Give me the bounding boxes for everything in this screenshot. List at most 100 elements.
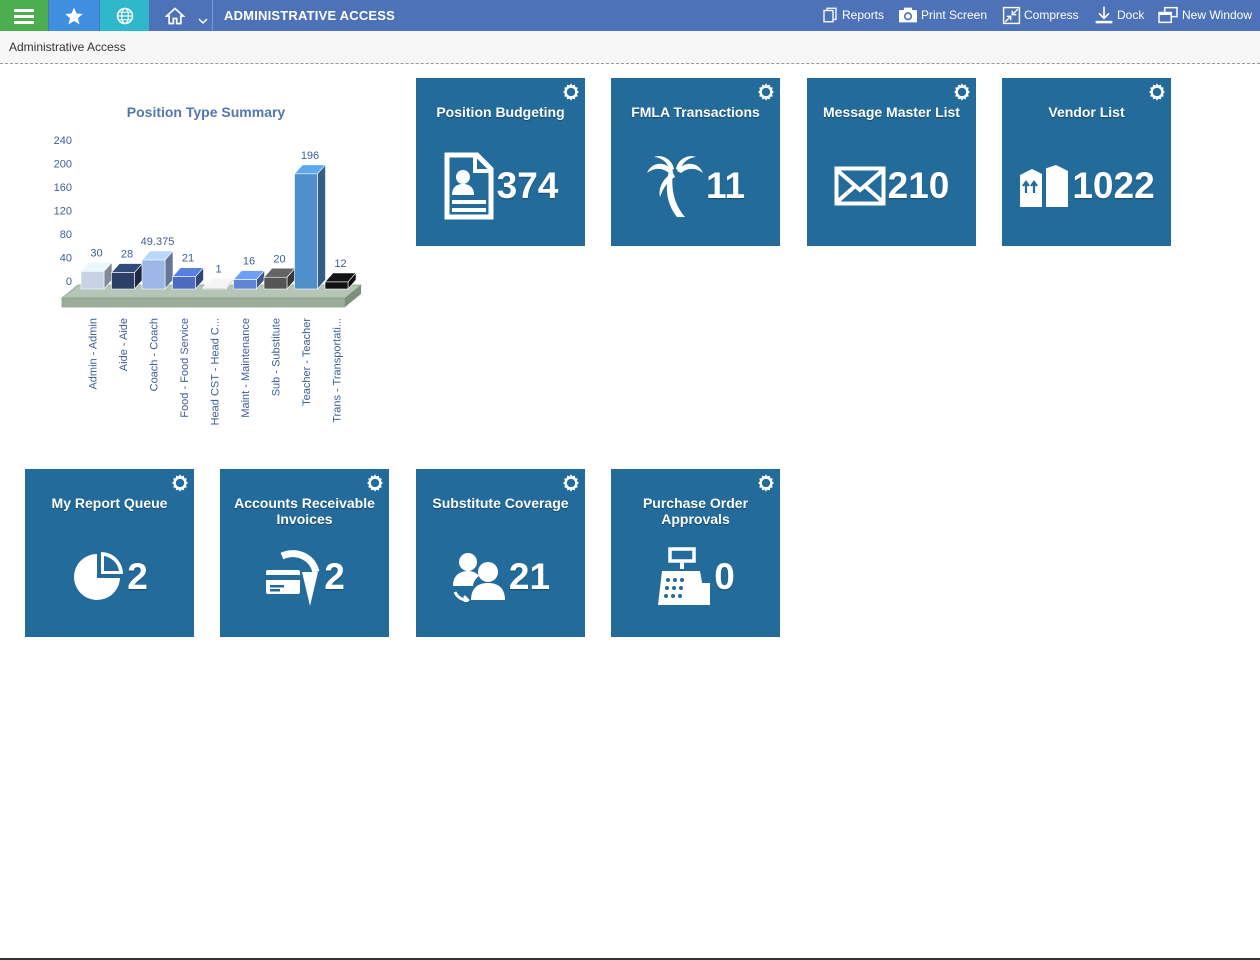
gear-icon[interactable] (1147, 82, 1167, 102)
gear-icon[interactable] (365, 473, 385, 493)
category-label: Trans - Transportati... (332, 318, 344, 423)
category-label: Teacher - Teacher (301, 318, 313, 406)
bar-side (317, 164, 326, 290)
dock-icon (1095, 6, 1113, 24)
bar (202, 287, 227, 290)
breadcrumb-bar: Administrative Access (0, 31, 1260, 64)
home-icon (165, 6, 185, 24)
bar (141, 259, 166, 290)
dock-button[interactable]: Dock (1094, 5, 1144, 25)
new-window-label: New Window (1182, 8, 1253, 22)
bar (233, 279, 257, 290)
bar (172, 276, 196, 290)
tile-title: Accounts Receivable Invoices (234, 495, 375, 527)
gear-icon[interactable] (756, 473, 776, 493)
data-label: 16 (243, 256, 255, 268)
card-invoice-icon (266, 550, 320, 606)
gear-icon[interactable] (561, 82, 581, 102)
data-label: 12 (334, 258, 346, 270)
tile-purchase-order-approvals[interactable]: Purchase Order Approvals 0 (611, 469, 780, 637)
top-bar: ADMINISTRATIVE ACCESS Reports Print Scre… (0, 0, 1260, 31)
category-label: Coach - Coach (149, 318, 161, 391)
star-icon (65, 7, 83, 24)
reports-icon (823, 7, 837, 23)
bar (263, 276, 288, 290)
page-title: ADMINISTRATIVE ACCESS (224, 8, 396, 23)
tile-substitute-coverage[interactable]: Substitute Coverage 21 (416, 469, 585, 637)
tile-title: Position Budgeting (436, 104, 565, 120)
home-button[interactable] (150, 0, 213, 31)
gear-icon[interactable] (756, 82, 776, 102)
dock-label: Dock (1117, 8, 1145, 22)
compress-icon (1002, 6, 1021, 24)
bar (324, 281, 349, 290)
bar (111, 272, 135, 290)
data-label: 30 (90, 247, 102, 259)
favorites-button[interactable] (49, 0, 99, 31)
main-menu-button[interactable] (0, 0, 48, 31)
tile-title: Substitute Coverage (432, 495, 569, 511)
position-type-chart-widget[interactable]: Position Type Summary 0 40 80 120 160 200 240 3… (25, 78, 395, 438)
compress-button[interactable]: Compress (1002, 5, 1079, 25)
new-window-icon (1158, 6, 1178, 24)
tile-fmla-transactions[interactable]: FMLA Transactions 11 (611, 78, 780, 246)
reports-button[interactable]: Reports (821, 5, 884, 25)
position-type-chart: 0408012016020024030Admin - Admin28Aide -… (54, 135, 363, 425)
pie-chart-icon (74, 552, 124, 600)
hamburger-icon (14, 8, 34, 24)
tile-title: FMLA Transactions (631, 104, 760, 120)
y-tick-label: 80 (60, 229, 72, 241)
tile-count: 0 (714, 556, 735, 597)
tile-title: Purchase Order Approvals (642, 495, 749, 527)
chevron-down-icon[interactable] (198, 17, 208, 25)
tile-title: Message Master List (823, 104, 960, 120)
camera-icon (899, 7, 917, 23)
tile-count: 21 (508, 556, 551, 597)
y-tick-label: 240 (54, 135, 72, 147)
tile-position-budgeting[interactable]: Position Budgeting 374 (416, 78, 585, 246)
data-label: 49.375 (141, 236, 175, 248)
print-screen-button[interactable]: Print Screen (898, 5, 987, 25)
bar (294, 173, 318, 290)
tile-count: 2 (324, 556, 345, 597)
y-tick-label: 160 (54, 182, 72, 194)
user-swap-icon (452, 553, 505, 602)
globe-icon (116, 7, 133, 24)
data-label: 21 (182, 253, 194, 265)
gear-icon[interactable] (952, 82, 972, 102)
profile-document-icon (444, 152, 494, 220)
global-button[interactable] (100, 0, 149, 31)
category-label: Maint - Maintenance (240, 318, 252, 418)
bar (80, 271, 105, 290)
category-label: Sub - Substitute (271, 318, 283, 396)
category-label: Admin - Admin (88, 318, 100, 390)
data-label: 28 (121, 249, 133, 261)
tile-my-report-queue[interactable]: My Report Queue 2 (25, 469, 194, 637)
y-tick-label: 0 (66, 276, 72, 288)
gear-icon[interactable] (561, 473, 581, 493)
tile-title: Vendor List (1048, 104, 1125, 120)
chart-floor-front (61, 297, 346, 308)
tile-title: My Report Queue (51, 495, 168, 511)
tile-message-master-list[interactable]: Message Master List 210 (807, 78, 976, 246)
category-label: Aide - Aide (118, 318, 130, 371)
tile-vendor-list[interactable]: Vendor List 1022 (1002, 78, 1171, 246)
data-label: 20 (273, 253, 285, 265)
palm-tree-icon (646, 156, 703, 217)
breadcrumb: Administrative Access (9, 40, 126, 54)
tile-accounts-receivable-invoices[interactable]: Accounts Receivable Invoices 2 (220, 469, 389, 637)
tile-count: 210 (887, 165, 950, 206)
category-label: Food - Food Service (179, 318, 191, 418)
reports-label: Reports (842, 8, 885, 22)
tile-count: 11 (705, 165, 746, 206)
y-tick-label: 200 (54, 159, 72, 171)
new-window-button[interactable]: New Window (1157, 5, 1252, 25)
cash-register-icon (658, 547, 711, 605)
tile-count: 2 (127, 556, 148, 597)
y-tick-label: 40 (60, 253, 72, 265)
tile-count: 1022 (1072, 165, 1155, 206)
gear-icon[interactable] (170, 473, 190, 493)
tile-count: 374 (496, 165, 559, 206)
envelope-icon (834, 166, 886, 206)
data-label: 1 (215, 264, 221, 276)
